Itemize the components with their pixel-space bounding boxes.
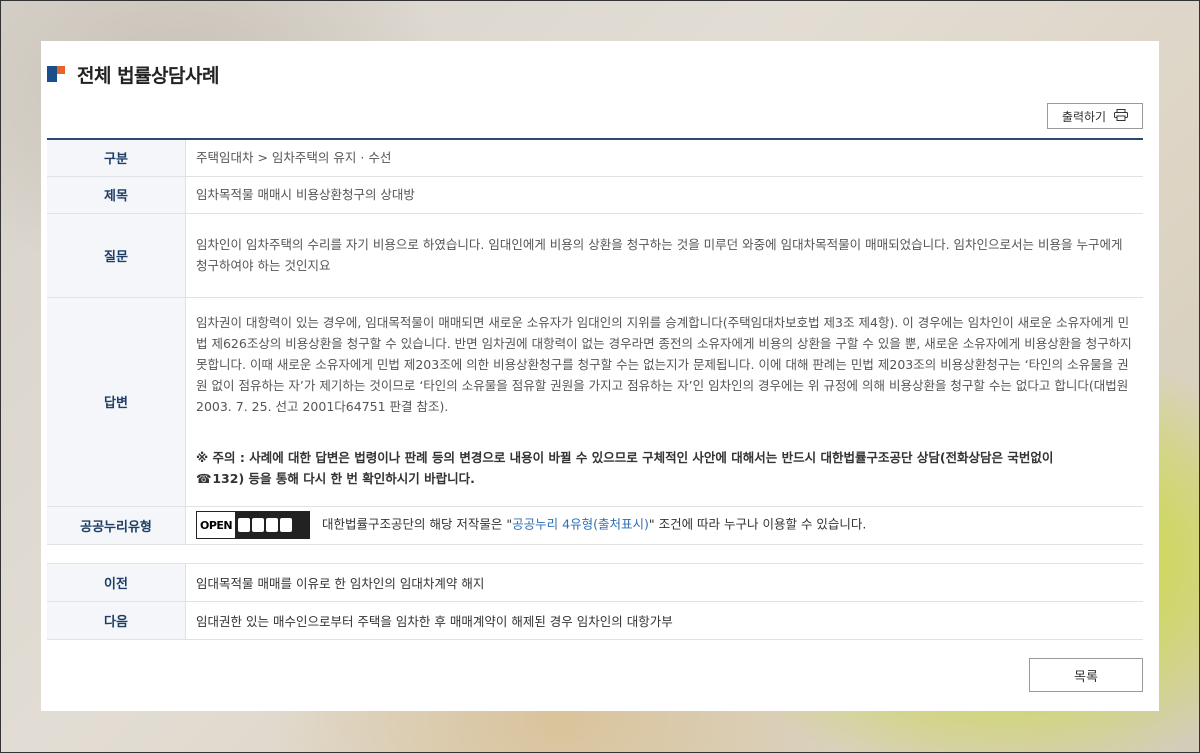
- license-type-link[interactable]: 공공누리 4유형(출처표시): [512, 517, 649, 532]
- license-label: 공공누리유형: [47, 506, 186, 545]
- answer-label: 답변: [47, 297, 186, 507]
- next-label: 다음: [47, 601, 186, 640]
- prev-link[interactable]: 임대목적물 매매를 이유로 한 임차인의 임대차계약 해지: [185, 563, 1143, 602]
- print-button[interactable]: 출력하기: [1047, 103, 1143, 129]
- content-panel: 전체 법률상담사례 출력하기 구분 주택임대차 > 임차주택의 유지 · 수선 …: [41, 41, 1159, 711]
- prev-next-table: 이전 임대목적물 매매를 이유로 한 임차인의 임대차계약 해지 다음 임대권한…: [47, 563, 1143, 640]
- phone-icon: ☎: [196, 471, 212, 486]
- page-header: 전체 법률상담사례: [47, 61, 219, 88]
- print-button-label: 출력하기: [1061, 109, 1107, 124]
- row-question: 질문 임차인이 임차주택의 수리를 자기 비용으로 하였습니다. 임대인에게 비…: [47, 213, 1143, 298]
- license-text-after: " 조건에 따라 누구나 이용할 수 있습니다.: [648, 516, 867, 532]
- row-subject: 제목 임차목적물 매매시 비용상환청구의 상대방: [47, 176, 1143, 214]
- category-label: 구분: [47, 139, 186, 177]
- case-detail-table: 구분 주택임대차 > 임차주택의 유지 · 수선 제목 임차목적물 매매시 비용…: [47, 138, 1143, 545]
- title-bullet-icon: [47, 65, 65, 84]
- answer-notice: ※ 주의 : 사례에 대한 답변은 법령이나 판례 등의 변경으로 내용이 바뀔…: [196, 447, 1133, 489]
- kogl-badge-text: OPEN: [200, 518, 233, 532]
- list-button[interactable]: 목록: [1029, 658, 1143, 692]
- license-cell: OPEN 대한법률구조공단의 해당 저작물은 "공공누리 4유형(출처표시)" …: [185, 506, 1143, 545]
- subject-value: 임차목적물 매매시 비용상환청구의 상대방: [185, 176, 1143, 214]
- row-next: 다음 임대권한 있는 매수인으로부터 주택을 임차한 후 매매계약이 해제된 경…: [47, 601, 1143, 640]
- answer-cell: 임차권이 대항력이 있는 경우에, 임대목적물이 매매되면 새로운 소유자가 임…: [185, 297, 1143, 507]
- next-link[interactable]: 임대권한 있는 매수인으로부터 주택을 임차한 후 매매계약이 해제된 경우 임…: [185, 601, 1143, 640]
- page-title: 전체 법률상담사례: [77, 65, 219, 87]
- category-value: 주택임대차 > 임차주택의 유지 · 수선: [185, 139, 1143, 177]
- question-value: 임차인이 임차주택의 수리를 자기 비용으로 하였습니다. 임대인에게 비용의 …: [185, 213, 1143, 298]
- row-license: 공공누리유형 OPEN 대한법률구조공단의 해당 저작물은 "공공누리 4유형(…: [47, 506, 1143, 545]
- notice-part1: ※ 주의 : 사례에 대한 답변은 법령이나 판례 등의 변경으로 내용이 바뀔…: [196, 450, 1054, 465]
- row-answer: 답변 임차권이 대항력이 있는 경우에, 임대목적물이 매매되면 새로운 소유자…: [47, 297, 1143, 507]
- subject-label: 제목: [47, 176, 186, 214]
- prev-label: 이전: [47, 563, 186, 602]
- row-category: 구분 주택임대차 > 임차주택의 유지 · 수선: [47, 139, 1143, 177]
- question-label: 질문: [47, 213, 186, 298]
- answer-text: 임차권이 대항력이 있는 경우에, 임대목적물이 매매되면 새로운 소유자가 임…: [196, 315, 1132, 414]
- kogl-open-badge-icon: OPEN: [196, 511, 310, 539]
- license-text-before: 대한법률구조공단의 해당 저작물은 ": [321, 516, 513, 532]
- kogl-badge-symbols: [235, 512, 309, 538]
- notice-part2: 132) 등을 통해 다시 한 번 확인하시기 바랍니다.: [212, 471, 475, 486]
- row-prev: 이전 임대목적물 매매를 이유로 한 임차인의 임대차계약 해지: [47, 563, 1143, 602]
- printer-icon: [1114, 108, 1129, 124]
